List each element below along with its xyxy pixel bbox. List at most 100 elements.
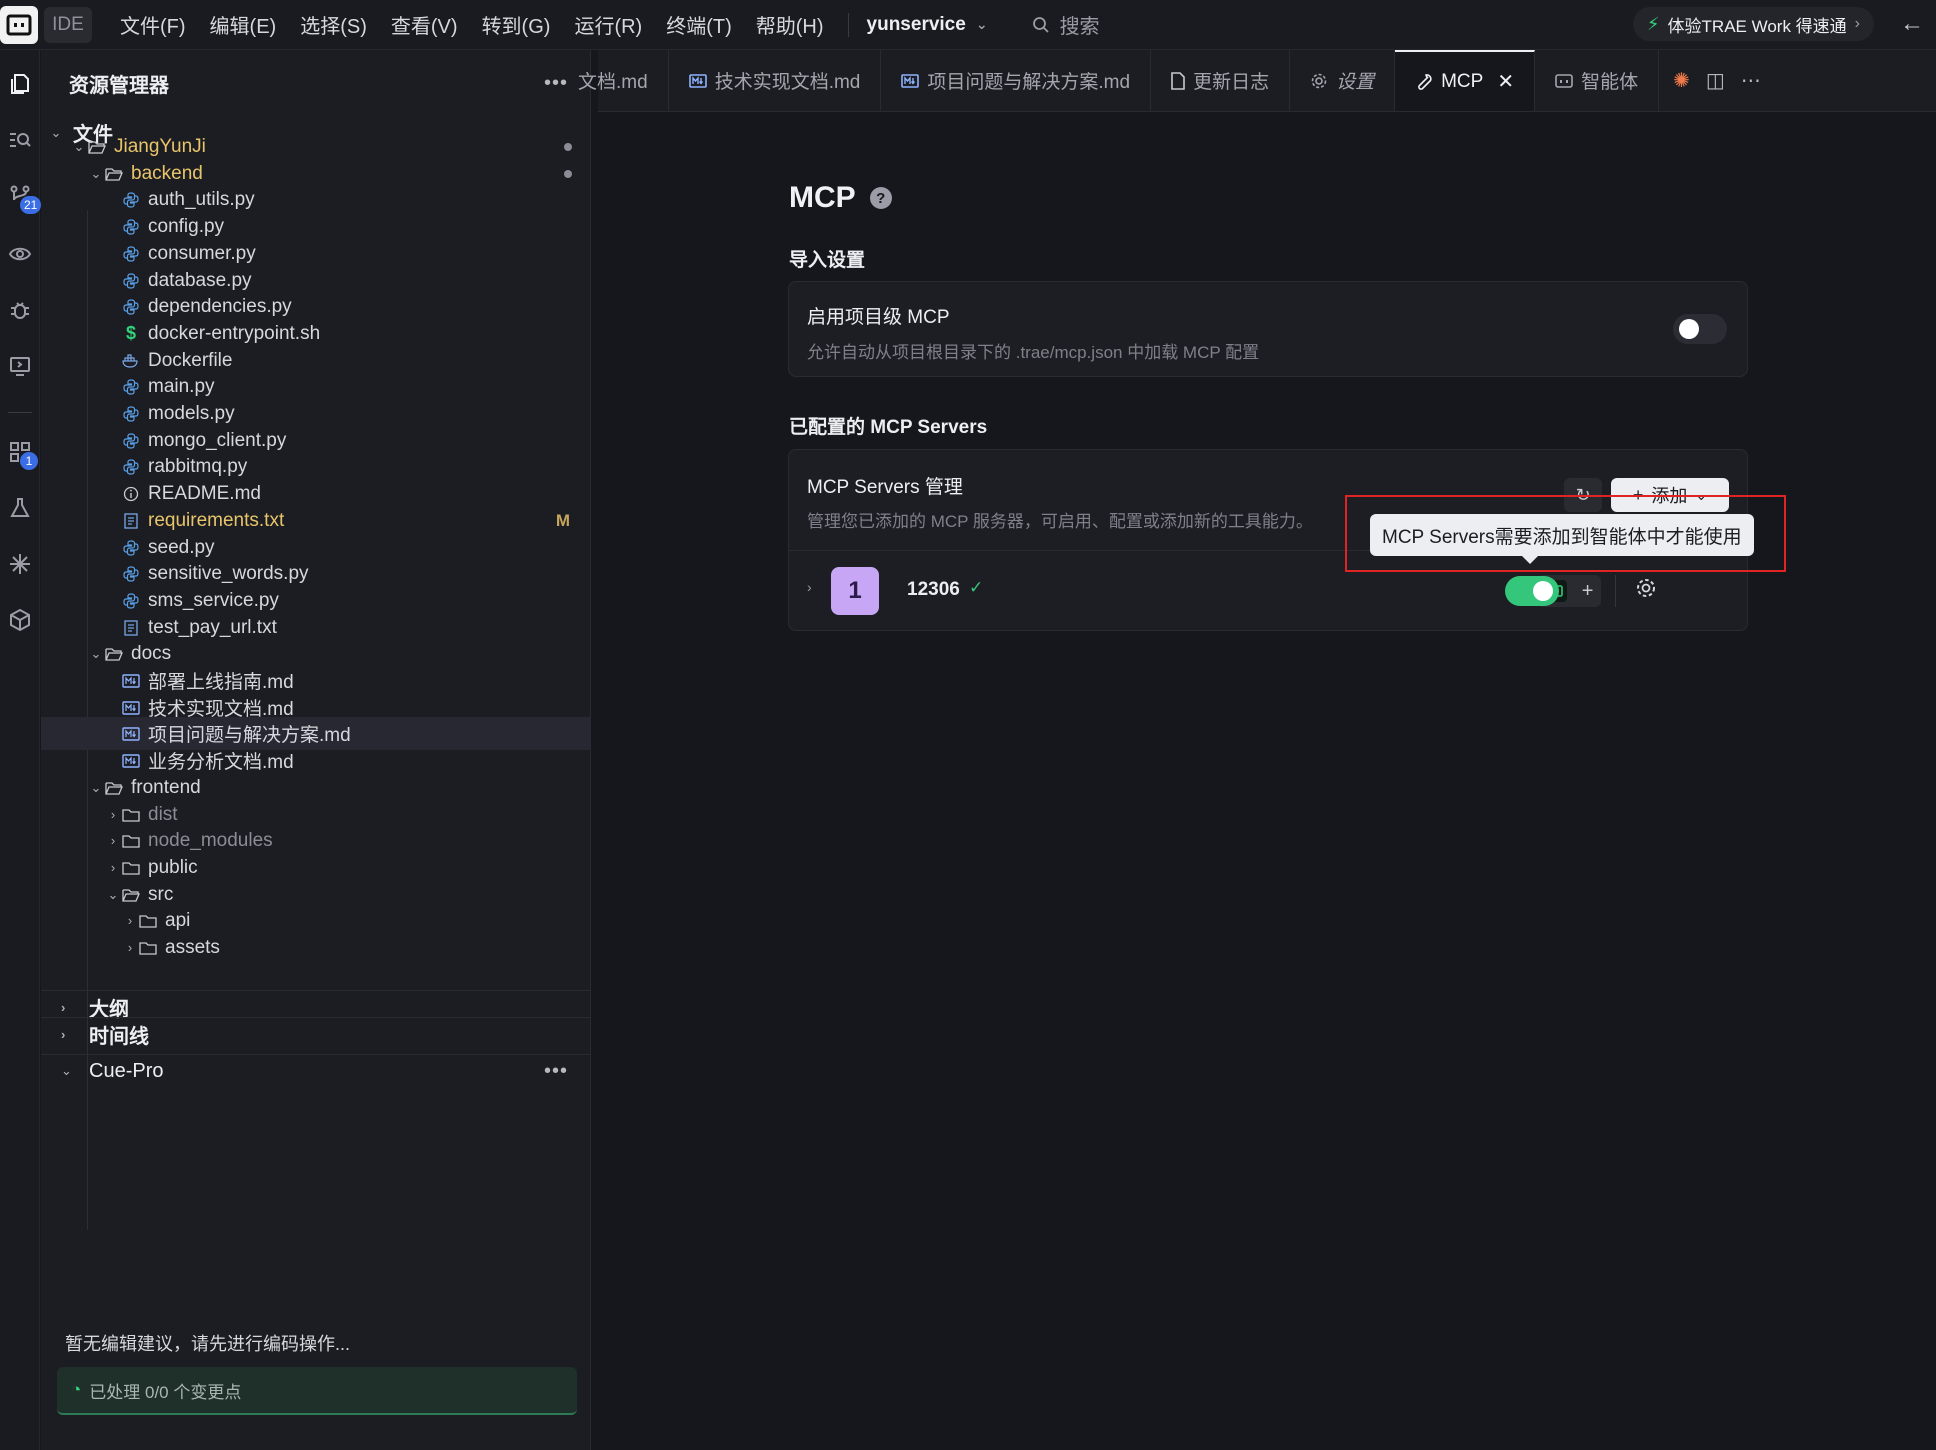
- package-box-icon[interactable]: [4, 604, 36, 636]
- tab-label: 项目问题与解决方案.md: [927, 72, 1131, 93]
- tab-label: 更新日志: [1193, 72, 1270, 93]
- editor-tabs: 文档.md 技术实现文档.md 项目问题与解决方案.md 更新日志 设置 MCP…: [578, 50, 1936, 112]
- tree-item-label: auth_utils.py: [148, 188, 255, 210]
- tree-item-label: docs: [131, 642, 172, 664]
- divider: [847, 12, 849, 37]
- tree-item-label: docker-entrypoint.sh: [148, 322, 321, 344]
- text-file-icon: [120, 512, 142, 529]
- tab-actions: ✺ ◫ ⋯: [1673, 50, 1761, 111]
- info-icon: [120, 486, 142, 502]
- more-actions-icon[interactable]: •••: [544, 72, 568, 95]
- title-bar: IDE 文件(F) 编辑(E) 选择(S) 查看(V) 转到(G) 运行(R) …: [0, 0, 1936, 50]
- search-panel-icon[interactable]: [4, 124, 36, 156]
- debug-bug-icon[interactable]: [4, 294, 36, 326]
- menu-terminal[interactable]: 终端(T): [666, 10, 732, 39]
- extensions-icon[interactable]: 1: [4, 436, 38, 470]
- chevron-right-icon: ›: [61, 999, 66, 1015]
- text-file-icon: [120, 619, 142, 636]
- tab-doc-partial[interactable]: 文档.md: [578, 50, 669, 111]
- remote-monitor-icon[interactable]: [4, 350, 36, 382]
- tab-tech-doc[interactable]: 技术实现文档.md: [669, 50, 882, 111]
- back-arrow-icon[interactable]: ←: [1900, 10, 1924, 38]
- tab-label: 文档.md: [578, 72, 648, 93]
- folder-icon: [120, 808, 142, 822]
- tab-label: 智能体: [1581, 72, 1639, 93]
- tree-item-label: src: [148, 883, 174, 905]
- agent-icon: [1555, 73, 1573, 89]
- python-file-icon: [120, 592, 142, 609]
- project-mcp-toggle[interactable]: [1673, 314, 1727, 344]
- chevron-down-icon: ⌄: [107, 886, 119, 902]
- chevron-right-icon[interactable]: ›: [807, 579, 812, 595]
- project-name: yunservice: [866, 13, 966, 35]
- menu-edit[interactable]: 编辑(E): [210, 10, 277, 39]
- cue-pro-section[interactable]: ⌄ Cue-Pro •••: [41, 1054, 590, 1087]
- project-switcher[interactable]: yunservice ⌄: [867, 14, 988, 36]
- menu-file[interactable]: 文件(F): [120, 10, 186, 39]
- testing-flask-icon[interactable]: [4, 492, 36, 524]
- lightning-icon: ⚡: [1646, 13, 1660, 34]
- tree-item-label: dependencies.py: [148, 295, 292, 317]
- tree-item-label: main.py: [148, 375, 215, 397]
- folder-open-icon: [103, 167, 125, 181]
- timeline-section[interactable]: › 时间线: [41, 1017, 590, 1050]
- trae-logo-icon[interactable]: [0, 5, 38, 44]
- promo-pill[interactable]: ⚡ 体验TRAE Work 得速通 ›: [1632, 7, 1874, 41]
- menu-selection[interactable]: 选择(S): [300, 10, 367, 39]
- plus-icon[interactable]: +: [1582, 580, 1594, 603]
- menu-go[interactable]: 转到(G): [482, 10, 551, 39]
- search-icon: [1032, 16, 1049, 33]
- check-icon: ✓: [969, 578, 984, 597]
- ai-spark-icon[interactable]: [4, 548, 36, 580]
- tree-folder[interactable]: › assets: [41, 931, 590, 964]
- ai-spark-icon[interactable]: ✺: [1673, 68, 1690, 93]
- tab-settings[interactable]: 设置: [1290, 50, 1396, 111]
- tab-agents[interactable]: 智能体: [1535, 50, 1660, 111]
- explorer-panel: 资源管理器 ••• ⌄ 文件 ⌄ JiangYunJi ⌄ backend auth_u…: [41, 50, 591, 1450]
- split-editor-icon[interactable]: ◫: [1706, 68, 1725, 93]
- tab-project-issues[interactable]: 项目问题与解决方案.md: [881, 50, 1152, 111]
- divider: [1615, 575, 1616, 607]
- python-file-icon: [120, 539, 142, 556]
- tree-item-label: backend: [131, 162, 203, 184]
- source-control-icon[interactable]: 21: [4, 180, 42, 214]
- tree-item-label: assets: [165, 936, 220, 958]
- markdown-icon: [120, 753, 142, 768]
- python-file-icon: [120, 298, 142, 315]
- tab-changelog[interactable]: 更新日志: [1151, 50, 1291, 111]
- scm-badge: 21: [20, 196, 42, 214]
- chevron-down-icon: ⌄: [90, 645, 102, 661]
- help-icon[interactable]: ?: [869, 187, 892, 209]
- project-mcp-title: 启用项目级 MCP: [807, 307, 950, 328]
- extensions-badge: 1: [20, 452, 38, 470]
- markdown-icon: [120, 700, 142, 715]
- gear-icon[interactable]: [1635, 577, 1657, 605]
- cue-status-box: ◔ 已处理 0/0 个变更点: [57, 1367, 577, 1415]
- ide-mode-button[interactable]: IDE: [44, 6, 92, 43]
- timeline-label: 时间线: [89, 1025, 149, 1048]
- explorer-files-icon[interactable]: [4, 68, 36, 100]
- server-enabled-toggle[interactable]: [1505, 576, 1559, 606]
- git-status-badge: M: [555, 510, 570, 530]
- tab-mcp[interactable]: MCP ✕: [1395, 50, 1536, 111]
- manage-title: MCP Servers 管理: [807, 477, 963, 498]
- divider: [8, 412, 32, 413]
- eye-icon[interactable]: [4, 238, 36, 270]
- search-box[interactable]: 搜索: [1032, 10, 1100, 39]
- menu-view[interactable]: 查看(V): [391, 10, 458, 39]
- explorer-title: 资源管理器: [69, 74, 169, 97]
- chevron-right-icon: ›: [110, 833, 116, 848]
- tree-item-label: test_pay_url.txt: [148, 616, 277, 638]
- menu-run[interactable]: 运行(R): [574, 10, 642, 39]
- folder-icon: [120, 834, 142, 848]
- menu-help[interactable]: 帮助(H): [756, 10, 824, 39]
- project-mcp-card: 启用项目级 MCP 允许自动从项目根目录下的 .trae/mcp.json 中加…: [788, 281, 1748, 377]
- search-placeholder: 搜索: [1059, 16, 1100, 38]
- more-actions-icon[interactable]: •••: [544, 1060, 568, 1083]
- close-icon[interactable]: ✕: [1497, 69, 1514, 94]
- python-file-icon: [120, 218, 142, 235]
- folder-open-icon: [103, 647, 125, 661]
- more-actions-icon[interactable]: ⋯: [1741, 68, 1761, 93]
- cue-status: 已处理 0/0 个变更点: [89, 1382, 242, 1402]
- chevron-right-icon: ›: [61, 1026, 66, 1042]
